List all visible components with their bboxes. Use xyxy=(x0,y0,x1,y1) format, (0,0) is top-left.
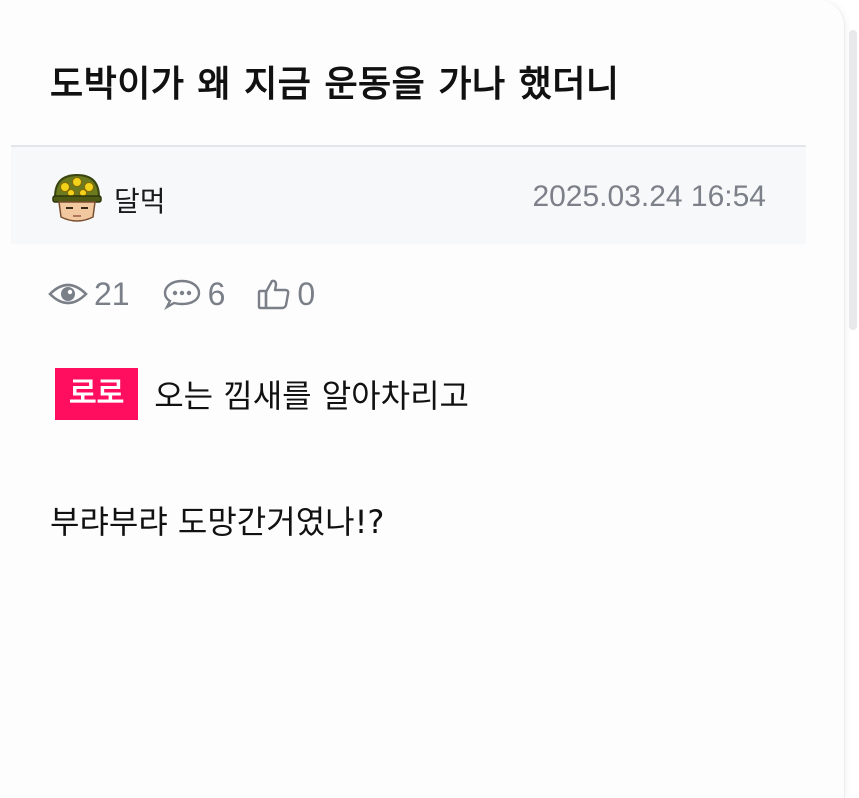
comment-bubble-icon xyxy=(163,279,200,310)
body-line-2: 부랴부랴 도망간거였나!? xyxy=(50,488,810,552)
comments-count: 6 xyxy=(207,275,226,312)
likes-count: 0 xyxy=(297,275,316,312)
post-body: 로로 오는 낌새를 알아차리고 부랴부랴 도망간거였나!? xyxy=(50,362,810,552)
body-line-1: 로로 오는 낌새를 알아차리고 xyxy=(50,362,810,426)
eye-icon xyxy=(48,283,88,305)
post-meta-bar: 달먹 2025.03.24 16:54 xyxy=(11,145,806,244)
author-name[interactable]: 달먹 xyxy=(114,180,166,220)
post-datetime: 2025.03.24 16:54 xyxy=(532,180,766,213)
likes-stat[interactable]: 0 xyxy=(257,276,315,313)
author-avatar[interactable] xyxy=(49,171,105,225)
post-title: 도박이가 왜 지금 운동을 가나 했더니 xyxy=(50,64,620,105)
views-stat: 21 xyxy=(48,276,130,313)
highlight-tag: 로로 xyxy=(55,368,139,420)
comments-stat: 6 xyxy=(162,275,226,313)
post-stats: 21 6 0 xyxy=(48,272,347,316)
scrollbar[interactable] xyxy=(849,30,857,330)
body-line-1-text: 오는 낌새를 알아차리고 xyxy=(154,377,469,415)
thumbs-up-icon[interactable] xyxy=(257,277,291,311)
post-card: 도박이가 왜 지금 운동을 가나 했더니 달먹 2025.03.24 16:54 xyxy=(0,0,845,798)
views-count: 21 xyxy=(94,275,130,312)
body-line-2-text: 부랴부랴 도망간거였나!? xyxy=(50,503,385,541)
